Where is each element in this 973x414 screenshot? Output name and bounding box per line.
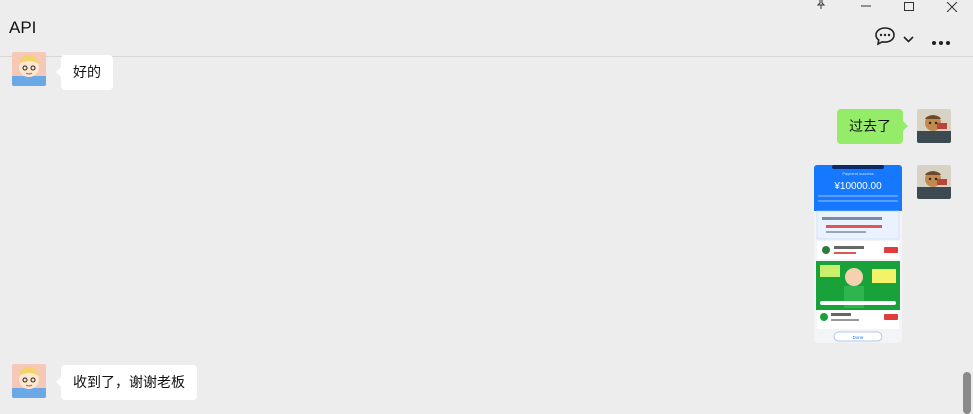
close-icon[interactable] [946,0,958,15]
chevron-down-icon[interactable] [903,31,914,49]
payment-screenshot-image[interactable]: Payment success ¥10000.00 Done [814,165,902,343]
self-avatar[interactable] [917,165,951,199]
title-bar: API [0,0,973,57]
message-bubble[interactable]: 过去了 [837,109,908,144]
maximize-icon[interactable] [903,0,915,15]
self-avatar[interactable] [917,109,951,143]
svg-text:¥10000.00: ¥10000.00 [833,181,882,192]
pin-icon[interactable] [815,0,827,13]
message-bubble[interactable]: 收到了，谢谢老板 [56,365,197,400]
message-list[interactable]: 好的 过去了 Payment success ¥10000.00 Done 收到… [0,52,973,414]
svg-text:Payment success: Payment success [842,171,873,176]
scrollbar-thumb[interactable] [963,372,971,414]
minimize-icon[interactable] [860,0,872,16]
message-bubble[interactable]: 好的 [56,55,113,90]
chat-bubble-icon[interactable] [874,26,896,51]
contact-avatar[interactable] [12,52,46,86]
chat-title: API [9,18,37,37]
contact-avatar[interactable] [12,364,46,398]
more-icon[interactable] [931,33,951,51]
svg-text:Done: Done [853,335,864,340]
